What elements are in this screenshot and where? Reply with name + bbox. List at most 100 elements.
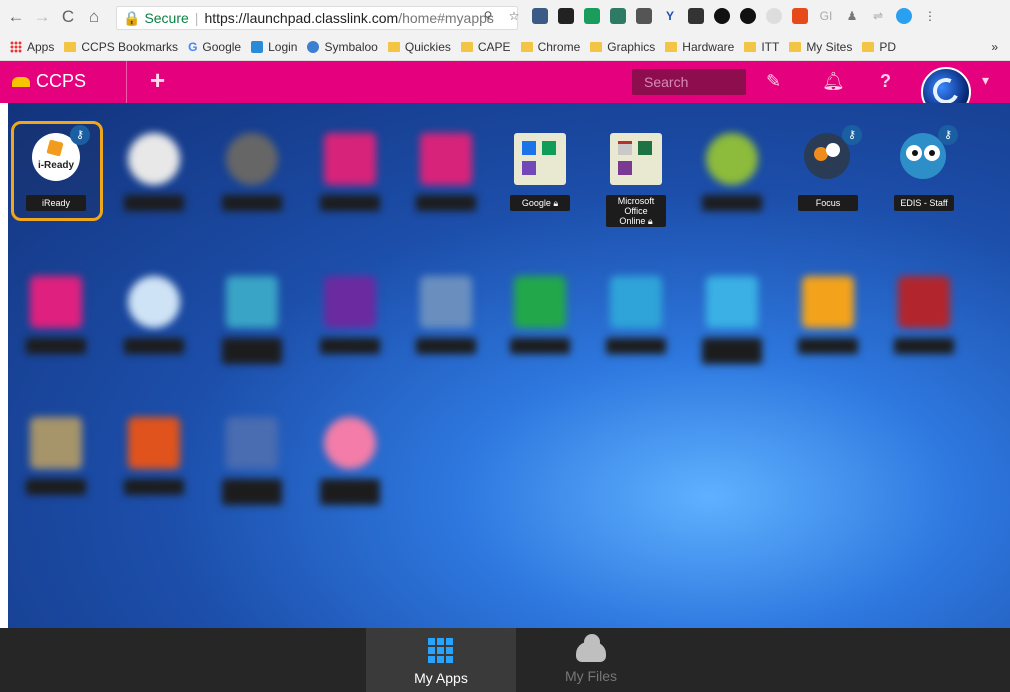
extension-icon[interactable]	[610, 8, 626, 24]
folder-icon	[862, 42, 875, 52]
app-tile[interactable]	[598, 268, 674, 358]
back-button[interactable]: ←	[6, 7, 26, 27]
app-tile[interactable]	[502, 268, 578, 358]
folder-icon	[744, 42, 757, 52]
app-tile[interactable]	[312, 268, 388, 358]
search-input[interactable]: Search	[632, 69, 746, 95]
bell-icon[interactable]: 🔔︎	[822, 71, 845, 92]
key-icon: ⚷	[938, 125, 958, 145]
app-label: Microsoft Office Online 🔒︎	[606, 195, 666, 227]
app-icon	[514, 276, 566, 328]
extension-icon[interactable]	[740, 8, 756, 24]
drive-icon	[128, 133, 180, 185]
bookmark-mysites[interactable]: My Sites	[789, 40, 852, 54]
bookmark-hardware[interactable]: Hardware	[665, 40, 734, 54]
app-tile[interactable]	[408, 125, 484, 215]
bookmark-quickies[interactable]: Quickies	[387, 40, 451, 54]
add-app-button[interactable]: +	[150, 65, 165, 96]
help-icon[interactable]: ?	[880, 71, 891, 92]
tab-my-apps[interactable]: My Apps	[366, 628, 516, 692]
app-tile-drive[interactable]	[116, 125, 192, 215]
app-icon	[30, 417, 82, 469]
app-label: EDIS - Staff	[894, 195, 954, 211]
app-tile-edis[interactable]: ⚷ EDIS - Staff	[886, 125, 962, 215]
brand[interactable]: CCPS	[12, 71, 86, 92]
extension-icon[interactable]	[584, 8, 600, 24]
extension-icon[interactable]	[688, 8, 704, 24]
app-tile[interactable]	[116, 409, 192, 499]
app-tile[interactable]	[312, 125, 388, 215]
browser-toolbar: ← → C ⌂ 🔒 Secure | https://launchpad.cla…	[0, 0, 1010, 34]
secure-indicator[interactable]: 🔒 Secure	[123, 10, 189, 27]
extension-icon[interactable]	[558, 8, 574, 24]
app-tile[interactable]	[18, 409, 94, 499]
bookmark-cape[interactable]: CAPE	[460, 40, 511, 54]
bookmark-itt[interactable]: ITT	[744, 40, 779, 54]
key-icon: ⚷	[70, 125, 90, 145]
app-label: iReady	[26, 195, 86, 211]
reload-button[interactable]: C	[58, 7, 78, 27]
bookmark-google[interactable]: G Google	[188, 40, 241, 54]
folder-icon	[789, 42, 802, 52]
office-icon[interactable]	[792, 8, 808, 24]
app-tile[interactable]	[18, 268, 94, 358]
extension-icon[interactable]	[636, 8, 652, 24]
extension-icon[interactable]	[714, 8, 730, 24]
app-tile[interactable]	[694, 125, 770, 215]
key-icon: ⚷	[842, 125, 862, 145]
extension-icon[interactable]: GI	[818, 8, 834, 24]
home-button[interactable]: ⌂	[84, 7, 104, 27]
folder-icon	[460, 42, 473, 52]
bookmark-ccps[interactable]: CCPS Bookmarks	[64, 40, 178, 54]
app-tile[interactable]	[408, 268, 484, 358]
app-tile-google[interactable]: Google 🔒︎	[502, 125, 578, 215]
app-tile[interactable]	[694, 268, 770, 364]
pin-icon[interactable]: ⚲	[480, 8, 496, 24]
app-icon	[226, 276, 278, 328]
lock-icon: 🔒︎	[647, 216, 653, 226]
lock-icon: 🔒	[123, 9, 141, 26]
app-tile[interactable]	[214, 268, 290, 364]
star-icon[interactable]: ☆	[506, 8, 522, 24]
apps-grid-icon	[10, 41, 22, 53]
extension-icon[interactable]: Y	[662, 8, 678, 24]
app-icon	[324, 417, 376, 469]
app-icon	[420, 133, 472, 185]
app-tile-focus[interactable]: ⚷ Focus	[790, 125, 866, 215]
app-icon	[610, 276, 662, 328]
forward-button[interactable]: →	[32, 7, 52, 27]
lock-icon: 🔒︎	[553, 198, 559, 208]
bookmark-apps[interactable]: Apps	[10, 40, 54, 54]
edit-icon[interactable]: ✎	[766, 71, 781, 92]
extension-icon[interactable]	[766, 8, 782, 24]
extension-icon[interactable]	[532, 8, 548, 24]
tab-my-files[interactable]: My Files	[516, 628, 666, 692]
app-icon	[30, 276, 82, 328]
bookmark-graphics[interactable]: Graphics	[590, 40, 655, 54]
chevron-down-icon[interactable]: ▾	[982, 72, 989, 89]
app-icon	[226, 417, 278, 469]
launchpad-header: CCPS + Search ✎ 🔔︎ ?	[0, 61, 1010, 103]
bookmark-chrome[interactable]: Chrome	[520, 40, 580, 54]
app-tile-iready[interactable]: i-Ready ⚷ iReady	[18, 125, 94, 215]
extension-icon[interactable]: ♟	[844, 8, 860, 24]
bookmark-symbaloo[interactable]: Symbaloo	[307, 40, 378, 54]
bookmark-login[interactable]: Login	[251, 40, 297, 54]
address-bar[interactable]: 🔒 Secure | https://launchpad.classlink.c…	[116, 6, 518, 30]
folder-icon	[387, 42, 400, 52]
app-tile[interactable]	[790, 268, 866, 358]
extension-icon[interactable]: ⇌	[870, 8, 886, 24]
app-icon	[898, 276, 950, 328]
app-tile-office[interactable]: Microsoft Office Online 🔒︎	[598, 125, 674, 227]
app-tile[interactable]	[214, 125, 290, 215]
bookmarks-overflow-button[interactable]: »	[991, 40, 998, 54]
extensions-area: ⚲ ☆ Y GI ♟ ⇌ ⋮	[480, 8, 938, 24]
app-tile[interactable]	[116, 268, 192, 358]
app-tile[interactable]	[886, 268, 962, 358]
bookmark-pd[interactable]: PD	[862, 40, 896, 54]
app-tile[interactable]	[312, 409, 388, 505]
folder-icon	[590, 42, 603, 52]
menu-icon[interactable]: ⋮	[922, 8, 938, 24]
app-tile[interactable]	[214, 409, 290, 505]
extension-icon[interactable]	[896, 8, 912, 24]
